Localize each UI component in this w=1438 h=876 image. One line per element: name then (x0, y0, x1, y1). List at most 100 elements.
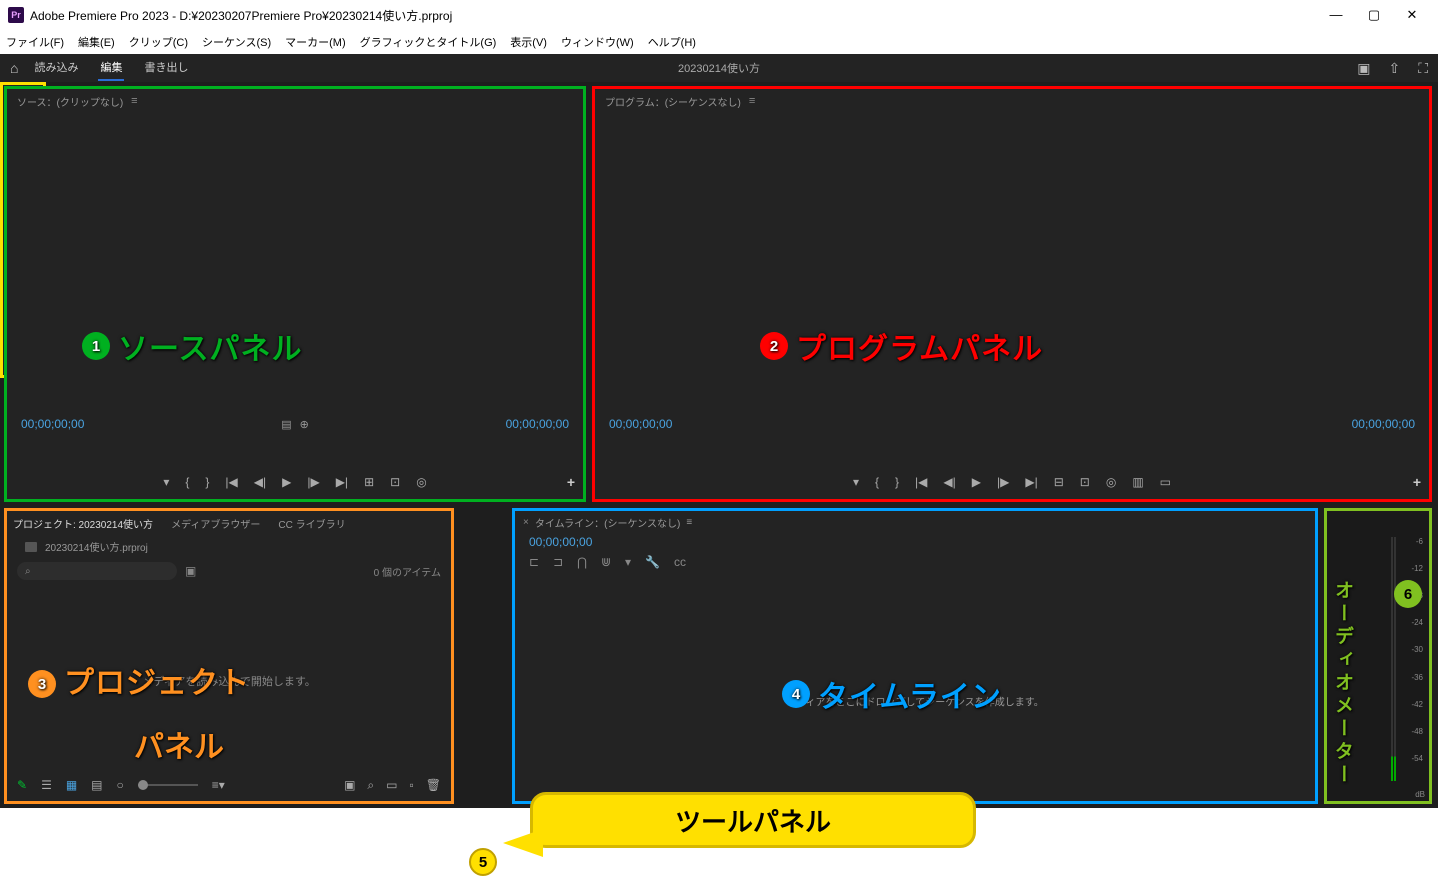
source-transport: ▾ { } |◀ ◀| ▶ |▶ ▶| ⊞ ⊡ ◎ + (7, 469, 583, 495)
in-icon[interactable]: { (185, 475, 189, 489)
extract-icon[interactable]: ⊡ (1080, 475, 1090, 489)
source-tc-right: 00;00;00;00 (506, 417, 569, 431)
panel-menu-icon[interactable]: ≡ (686, 517, 692, 528)
program-panel-title: プログラム：(シーケンスなし) (605, 94, 741, 109)
list-view-icon[interactable]: ☰ (41, 778, 52, 792)
lift-icon[interactable]: ⊟ (1054, 475, 1064, 489)
out-icon[interactable]: } (895, 475, 899, 489)
home-icon[interactable]: ⌂ (10, 60, 18, 76)
zoom-slider-icon[interactable]: ○ (117, 778, 124, 792)
goto-out-icon[interactable]: ▶| (336, 475, 348, 489)
project-icon (25, 542, 37, 552)
marker-icon[interactable]: ▾ (853, 475, 859, 489)
marker-icon[interactable]: ▾ (163, 475, 169, 489)
menu-view[interactable]: 表示(V) (510, 34, 547, 50)
close-tab-icon[interactable]: × (523, 517, 529, 528)
program-tc-right: 00;00;00;00 (1352, 417, 1415, 431)
timeline-title: タイムライン：(シーケンスなし) (535, 515, 680, 530)
timeline-tc[interactable]: 00;00;00;00 (515, 533, 1315, 551)
new-item-icon[interactable]: ▫ (410, 778, 414, 793)
auto-match-icon[interactable]: ▣ (344, 778, 355, 793)
close-button[interactable]: ✕ (1402, 7, 1422, 23)
workspace: ソース：(クリップなし) ≡ 00;00;00;00 ▤ ⊕ 00;00;00;… (0, 82, 1438, 808)
compare-icon[interactable]: ▥ (1132, 475, 1143, 489)
in-icon[interactable]: { (875, 475, 879, 489)
snap-icon[interactable]: ⋂ (577, 555, 587, 569)
settings-icon[interactable]: 🔧 (645, 555, 660, 569)
annotation-3-line2: パネル (134, 722, 224, 766)
nest-icon[interactable]: ⊏ (529, 555, 539, 569)
workspace-export[interactable]: 書き出し (142, 55, 190, 81)
step-back-icon[interactable]: ◀| (254, 475, 266, 489)
menu-marker[interactable]: マーカー(M) (285, 34, 346, 50)
overwrite-icon[interactable]: ⊡ (390, 475, 400, 489)
play-icon[interactable]: ▶ (282, 475, 291, 489)
panel-menu-icon[interactable]: ≡ (131, 95, 137, 107)
annotation-6-label: オーディオメーター (1336, 580, 1356, 787)
topbar: ⌂ 読み込み 編集 書き出し 20230214使い方 ▣ ⇧ ⛶ (0, 54, 1438, 82)
link-icon[interactable]: ⋓ (601, 555, 611, 569)
titlebar: Pr Adobe Premiere Pro 2023 - D:¥20230207… (0, 0, 1438, 30)
button-editor-icon[interactable]: + (1413, 474, 1421, 490)
fullscreen-icon[interactable]: ⛶ (1418, 60, 1428, 77)
sort-icon[interactable]: ≡▾ (212, 778, 225, 792)
source-panel: ソース：(クリップなし) ≡ 00;00;00;00 ▤ ⊕ 00;00;00;… (4, 86, 586, 502)
menu-sequence[interactable]: シーケンス(S) (202, 34, 271, 50)
goto-out-icon[interactable]: ▶| (1025, 475, 1037, 489)
icon-view-icon[interactable]: ▦ (66, 778, 77, 792)
freeform-view-icon[interactable]: ▤ (91, 778, 102, 792)
menubar: ファイル(F) 編集(E) クリップ(C) シーケンス(S) マーカー(M) グ… (0, 30, 1438, 54)
out-icon[interactable]: } (205, 475, 209, 489)
search-input[interactable]: ⌕ (17, 562, 177, 580)
button-editor-icon[interactable]: + (567, 474, 575, 490)
timeline-panel: × タイムライン：(シーケンスなし) ≡ 00;00;00;00 ⊏ ⊐ ⋂ ⋓… (512, 508, 1318, 804)
tab-media-browser[interactable]: メディアブラウザー (171, 516, 260, 531)
timeline-hint: メディアをここにドロップしてシーケンスを作成します。 (786, 693, 1044, 708)
delete-icon[interactable]: 🗑 (426, 778, 441, 793)
program-tc-left[interactable]: 00;00;00;00 (609, 417, 672, 431)
share-icon[interactable]: ⇧ (1388, 60, 1400, 77)
menu-clip[interactable]: クリップ(C) (129, 34, 188, 50)
export-frame-icon[interactable]: ◎ (1106, 475, 1116, 489)
minimize-button[interactable]: — (1326, 7, 1346, 23)
menu-graphics[interactable]: グラフィックとタイトル(G) (360, 34, 497, 50)
quick-export-icon[interactable]: ▣ (1357, 60, 1370, 77)
panel-menu-icon[interactable]: ≡ (749, 95, 755, 107)
maximize-button[interactable]: ▢ (1364, 7, 1384, 23)
tab-project[interactable]: プロジェクト: 20230214使い方 (13, 516, 153, 531)
menu-edit[interactable]: 編集(E) (78, 34, 115, 50)
project-footer: ✎ ☰ ▦ ▤ ○ ≡▾ ▣ ⌕ ▭ ▫ 🗑 (7, 773, 451, 797)
insert-icon[interactable]: ⊐ (553, 555, 563, 569)
fit-icon[interactable]: ▤ (281, 418, 291, 431)
project-filename: 20230214使い方.prproj (45, 539, 148, 554)
program-panel: プログラム：(シーケンスなし) ≡ 00;00;00;00 00;00;00;0… (592, 86, 1432, 502)
find-icon[interactable]: ⌕ (367, 778, 374, 793)
db-label: dB (1415, 790, 1425, 799)
new-bin-icon[interactable]: ▭ (386, 778, 397, 793)
bin-icon[interactable]: ▣ (185, 564, 196, 578)
menu-file[interactable]: ファイル(F) (6, 34, 64, 50)
marker-icon[interactable]: ▾ (625, 555, 631, 569)
window-title: Adobe Premiere Pro 2023 - D:¥20230207Pre… (30, 7, 452, 24)
export-frame-icon[interactable]: ◎ (416, 475, 426, 489)
safe-margin-icon[interactable]: ▭ (1160, 475, 1171, 489)
step-back-icon[interactable]: ◀| (943, 475, 955, 489)
insert-icon[interactable]: ⊞ (364, 475, 374, 489)
play-icon[interactable]: ▶ (972, 475, 981, 489)
annotation-5-bubble: ツールパネル (530, 792, 976, 848)
workspace-import[interactable]: 読み込み (32, 55, 80, 81)
goto-in-icon[interactable]: |◀ (915, 475, 927, 489)
source-tc-left[interactable]: 00;00;00;00 (21, 417, 84, 431)
pen-icon[interactable]: ✎ (17, 778, 27, 792)
menu-window[interactable]: ウィンドウ(W) (561, 34, 634, 50)
step-fwd-icon[interactable]: |▶ (307, 475, 319, 489)
workspace-edit[interactable]: 編集 (98, 55, 124, 81)
source-panel-title: ソース：(クリップなし) (17, 94, 123, 109)
cc-icon[interactable]: cc (674, 555, 686, 569)
goto-in-icon[interactable]: |◀ (225, 475, 237, 489)
overlay-icon[interactable]: ⊕ (300, 418, 309, 431)
zoom-slider[interactable] (138, 784, 198, 786)
tab-cc-libraries[interactable]: CC ライブラリ (278, 516, 345, 531)
step-fwd-icon[interactable]: |▶ (997, 475, 1009, 489)
menu-help[interactable]: ヘルプ(H) (648, 34, 696, 50)
